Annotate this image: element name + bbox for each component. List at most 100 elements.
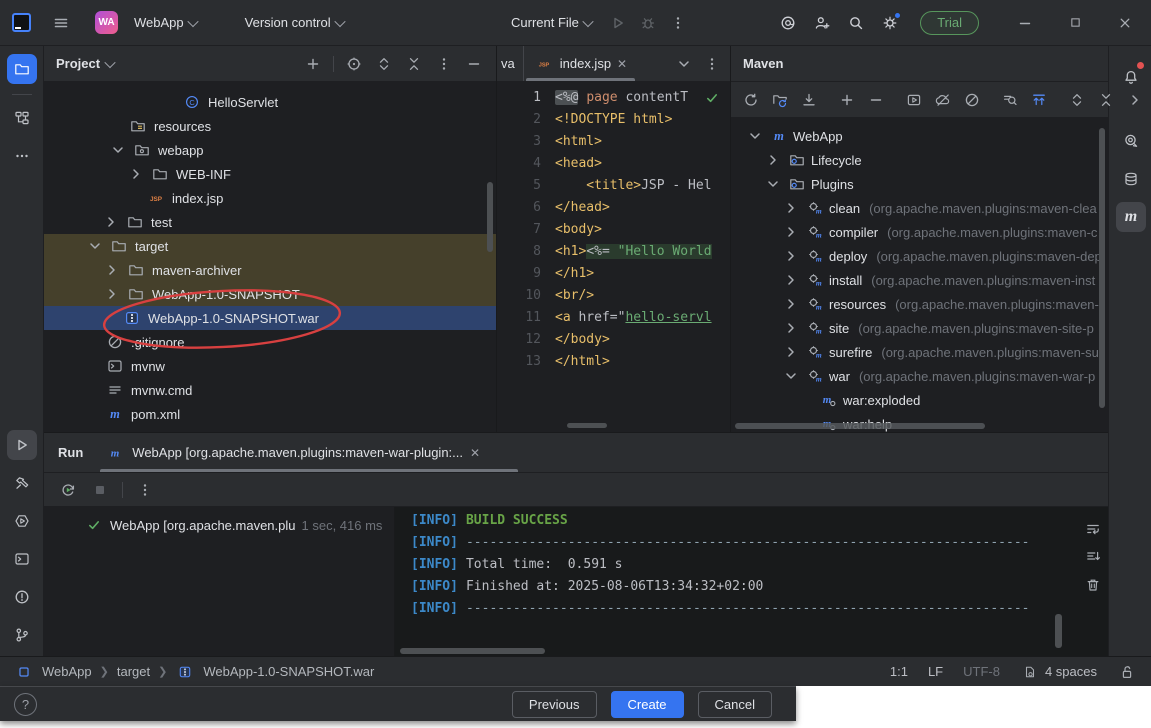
build-console[interactable]: [INFO]BUILD SUCCESS [INFO]--------------… bbox=[395, 507, 1078, 656]
tree-row-maven-archiver[interactable]: maven-archiver bbox=[44, 258, 496, 282]
file-encoding[interactable]: UTF-8 bbox=[963, 664, 1000, 679]
editor-horizontal-scrollbar[interactable] bbox=[567, 423, 607, 428]
search-everywhere-button[interactable] bbox=[846, 13, 866, 33]
project-scrollbar[interactable] bbox=[487, 182, 493, 252]
expand-all-button[interactable] bbox=[374, 54, 394, 74]
close-tab-icon[interactable]: ✕ bbox=[617, 57, 627, 71]
maven-plugin-site[interactable]: site(org.apache.maven.plugins:maven-site… bbox=[731, 316, 1108, 340]
git-tool-button[interactable] bbox=[7, 620, 37, 650]
maven-profiles-button[interactable] bbox=[1000, 90, 1020, 110]
maven-node-plugins[interactable]: Plugins bbox=[731, 172, 1108, 196]
maven-node-lifecycle[interactable]: Lifecycle bbox=[731, 148, 1108, 172]
unlink-maven-project-button[interactable] bbox=[866, 90, 886, 110]
settings-button[interactable] bbox=[880, 13, 900, 33]
offline-mode-button[interactable] bbox=[933, 90, 953, 110]
tree-row-test[interactable]: test bbox=[44, 210, 496, 234]
main-menu-button[interactable] bbox=[51, 13, 71, 33]
maven-plugin-resources[interactable]: resources(org.apache.maven.plugins:maven… bbox=[731, 292, 1108, 316]
panel-options-button[interactable] bbox=[434, 54, 454, 74]
collapse-all-button[interactable] bbox=[404, 54, 424, 74]
tab-index-jsp[interactable]: index.jsp ✕ bbox=[524, 46, 637, 81]
tree-row-mvnw-cmd[interactable]: mvnw.cmd bbox=[44, 378, 496, 402]
console-vertical-scrollbar[interactable] bbox=[1055, 614, 1062, 648]
maven-plugin-surefire[interactable]: surefire(org.apache.maven.plugins:maven-… bbox=[731, 340, 1108, 364]
minimize-button[interactable] bbox=[1015, 13, 1035, 33]
help-button[interactable]: ? bbox=[14, 693, 37, 716]
maven-vertical-scrollbar[interactable] bbox=[1099, 128, 1105, 408]
maven-horizontal-scrollbar[interactable] bbox=[735, 423, 985, 429]
tree-row-gitignore[interactable]: .gitignore bbox=[44, 330, 496, 354]
vcs-widget[interactable]: Version control bbox=[239, 11, 350, 34]
execute-goal-button[interactable] bbox=[904, 90, 924, 110]
tab-list-button[interactable] bbox=[674, 54, 694, 74]
tree-row-resources[interactable]: resources bbox=[44, 114, 496, 138]
database-tool-button[interactable] bbox=[1116, 164, 1146, 194]
run-options-button[interactable] bbox=[135, 480, 155, 500]
services-tool-button[interactable] bbox=[7, 506, 37, 536]
skip-tests-button[interactable] bbox=[962, 90, 982, 110]
close-tab-icon[interactable]: ✕ bbox=[470, 446, 480, 460]
scroll-to-end-button[interactable] bbox=[1083, 547, 1103, 567]
build-tool-button[interactable] bbox=[7, 468, 37, 498]
more-run-options-button[interactable] bbox=[668, 13, 688, 33]
maven-tool-button[interactable]: m bbox=[1116, 202, 1146, 232]
add-button[interactable] bbox=[303, 54, 323, 74]
run-button[interactable] bbox=[608, 13, 628, 33]
maven-goal-war-help[interactable]: war:help bbox=[731, 412, 1108, 432]
create-button[interactable]: Create bbox=[611, 691, 684, 718]
caret-position[interactable]: 1:1 bbox=[890, 664, 908, 679]
tree-row-web-inf[interactable]: WEB-INF bbox=[44, 162, 496, 186]
generate-sources-button[interactable] bbox=[770, 90, 790, 110]
check-updates-button[interactable] bbox=[1029, 90, 1049, 110]
tree-row-helloservlet[interactable]: HelloServlet bbox=[44, 90, 496, 114]
code-editor[interactable]: 1<%@ page contentT 2<!DOCTYPE html> 3<ht… bbox=[497, 82, 730, 432]
more-toolbar-button[interactable] bbox=[1125, 90, 1145, 110]
previous-button[interactable]: Previous bbox=[512, 691, 597, 718]
download-sources-button[interactable] bbox=[799, 90, 819, 110]
stop-button[interactable] bbox=[90, 480, 110, 500]
tab-java-file-partial[interactable]: va bbox=[497, 46, 524, 81]
hide-panel-button[interactable] bbox=[464, 54, 484, 74]
reload-maven-button[interactable] bbox=[741, 90, 761, 110]
tree-row-mvnw[interactable]: mvnw bbox=[44, 354, 496, 378]
tree-row-webapp[interactable]: webapp bbox=[44, 138, 496, 162]
editor-options-button[interactable] bbox=[702, 54, 722, 74]
expand-all-button[interactable] bbox=[1067, 90, 1087, 110]
maven-root-webapp[interactable]: WebApp bbox=[731, 124, 1108, 148]
line-ending[interactable]: LF bbox=[928, 664, 943, 679]
tree-row-webapp-snapshot-folder[interactable]: WebApp-1.0-SNAPSHOT bbox=[44, 282, 496, 306]
console-horizontal-scrollbar[interactable] bbox=[400, 648, 545, 654]
inspections-ok-icon[interactable] bbox=[702, 88, 722, 108]
maven-plugin-install[interactable]: install(org.apache.maven.plugins:maven-i… bbox=[731, 268, 1108, 292]
project-widget[interactable]: WebApp bbox=[128, 11, 203, 34]
tree-row-pom-xml[interactable]: pom.xml bbox=[44, 402, 496, 426]
structure-tool-button[interactable] bbox=[7, 103, 37, 133]
breadcrumb-project[interactable]: WebApp bbox=[42, 664, 92, 679]
maven-plugin-clean[interactable]: clean(org.apache.maven.plugins:maven-cle… bbox=[731, 196, 1108, 220]
notifications-button[interactable] bbox=[1116, 62, 1146, 92]
breadcrumb-target[interactable]: target bbox=[117, 664, 150, 679]
maven-plugin-war[interactable]: war(org.apache.maven.plugins:maven-war-p bbox=[731, 364, 1108, 388]
add-maven-project-button[interactable] bbox=[837, 90, 857, 110]
trial-badge[interactable]: Trial bbox=[920, 11, 979, 35]
ai-assistant-button[interactable] bbox=[778, 13, 798, 33]
soft-wrap-button[interactable] bbox=[1083, 519, 1103, 539]
maximize-button[interactable] bbox=[1065, 13, 1085, 33]
breadcrumb-file[interactable]: WebApp-1.0-SNAPSHOT.war bbox=[203, 664, 374, 679]
rerun-button[interactable] bbox=[58, 480, 78, 500]
tree-row-index-jsp[interactable]: index.jsp bbox=[44, 186, 496, 210]
locate-file-button[interactable] bbox=[344, 54, 364, 74]
ai-chat-tool-button[interactable] bbox=[1116, 126, 1146, 156]
code-with-me-button[interactable] bbox=[812, 13, 832, 33]
indent-setting[interactable]: 4 spaces bbox=[1020, 662, 1097, 682]
run-task-node[interactable]: WebApp [org.apache.maven.plu 1 sec, 416 … bbox=[84, 515, 394, 535]
problems-tool-button[interactable] bbox=[7, 582, 37, 612]
tree-row-target[interactable]: target bbox=[44, 234, 496, 258]
cancel-button[interactable]: Cancel bbox=[698, 691, 772, 718]
debug-button[interactable] bbox=[638, 13, 658, 33]
maven-plugin-compiler[interactable]: compiler(org.apache.maven.plugins:maven-… bbox=[731, 220, 1108, 244]
terminal-tool-button[interactable] bbox=[7, 544, 37, 574]
maven-goal-war-exploded[interactable]: war:exploded bbox=[731, 388, 1108, 412]
run-tool-button[interactable] bbox=[7, 430, 37, 460]
maven-plugin-deploy[interactable]: deploy(org.apache.maven.plugins:maven-de… bbox=[731, 244, 1108, 268]
